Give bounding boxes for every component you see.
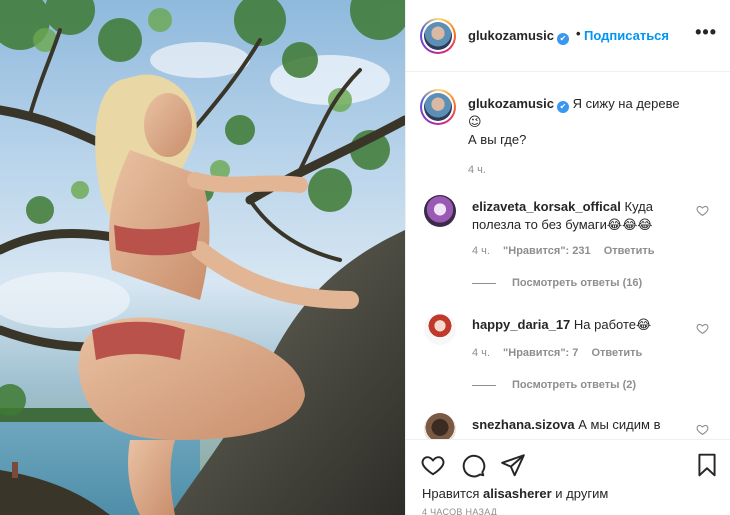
comment-avatar[interactable] [424, 413, 456, 439]
header-separator: • [576, 26, 581, 41]
comment-text: happy_daria_17 На работе😂 [472, 316, 687, 334]
author-username-row: glukozamusic ✔ [468, 28, 569, 45]
caption-emoji: 😉 [468, 114, 482, 129]
replies-divider [472, 384, 496, 386]
likes-user[interactable]: alisasherer [483, 486, 552, 501]
post-actions [406, 439, 730, 487]
post-timestamp[interactable]: 4 ЧАСОВ НАЗАД [422, 507, 497, 515]
comment-avatar[interactable] [424, 195, 456, 227]
caption-line-1: Я сижу на дереве [572, 96, 680, 111]
post-header: glukozamusic ✔ • Подписаться ••• [406, 0, 730, 72]
verified-icon: ✔ [556, 101, 569, 113]
comment-time[interactable]: 4 ч. [472, 245, 490, 257]
comment-text: snezhana.sizova А мы сидим в [472, 416, 687, 434]
likes-suffix[interactable]: и другим [555, 486, 608, 501]
post-photo[interactable] [0, 0, 405, 515]
comment-reply-button[interactable]: Ответить [591, 347, 642, 359]
comment-meta: 4 ч. "Нравится": 231 Ответить [472, 245, 665, 257]
likes-summary: Нравится alisasherer и другим [422, 486, 608, 501]
view-replies-button[interactable]: Посмотреть ответы (2) [472, 379, 636, 391]
comment-text: elizaveta_korsak_offical Куда полезла то… [472, 198, 687, 234]
caption-time[interactable]: 4 ч. [468, 161, 713, 179]
follow-button[interactable]: Подписаться [584, 28, 669, 43]
comment-reply-button[interactable]: Ответить [604, 245, 655, 257]
view-replies-label: Посмотреть ответы (16) [512, 277, 643, 289]
replies-divider [472, 282, 496, 284]
verified-icon: ✔ [556, 33, 569, 45]
comment-like-heart-icon[interactable] [696, 423, 709, 436]
author-username[interactable]: glukozamusic [468, 28, 554, 43]
comments-list[interactable]: glukozamusic ✔ Я сижу на дереве 😉 А вы гд… [406, 73, 730, 439]
comment-body: А мы сидим в [578, 417, 661, 432]
author-avatar[interactable] [420, 18, 456, 54]
caption-username[interactable]: glukozamusic [468, 96, 554, 111]
comment-likes[interactable]: "Нравится": 231 [503, 245, 591, 257]
comment-body: На работе😂 [573, 317, 652, 332]
more-icon[interactable]: ••• [695, 22, 717, 43]
view-replies-button[interactable]: Посмотреть ответы (16) [472, 277, 642, 289]
comment-meta: 4 ч. "Нравится": 7 Ответить [472, 347, 652, 359]
comment-avatar[interactable] [424, 313, 456, 345]
comment-username[interactable]: snezhana.sizova [472, 417, 575, 432]
comment-icon[interactable] [460, 452, 486, 478]
comment-like-heart-icon[interactable] [696, 204, 709, 217]
comment-username[interactable]: happy_daria_17 [472, 317, 570, 332]
likes-prefix: Нравится [422, 486, 480, 501]
comment-like-heart-icon[interactable] [696, 322, 709, 335]
comment-time[interactable]: 4 ч. [472, 347, 490, 359]
photo-illustration [0, 0, 405, 515]
heart-icon[interactable] [420, 452, 446, 478]
bookmark-icon[interactable] [694, 452, 720, 478]
caption-avatar[interactable] [420, 89, 456, 125]
caption-line-2: А вы где? [468, 132, 527, 147]
comment-username[interactable]: elizaveta_korsak_offical [472, 199, 621, 214]
comment-likes[interactable]: "Нравится": 7 [503, 347, 578, 359]
caption: glukozamusic ✔ Я сижу на дереве 😉 А вы гд… [468, 95, 713, 179]
share-icon[interactable] [500, 452, 526, 478]
post-side-panel: glukozamusic ✔ • Подписаться ••• glukozam… [405, 0, 730, 515]
view-replies-label: Посмотреть ответы (2) [512, 379, 637, 391]
